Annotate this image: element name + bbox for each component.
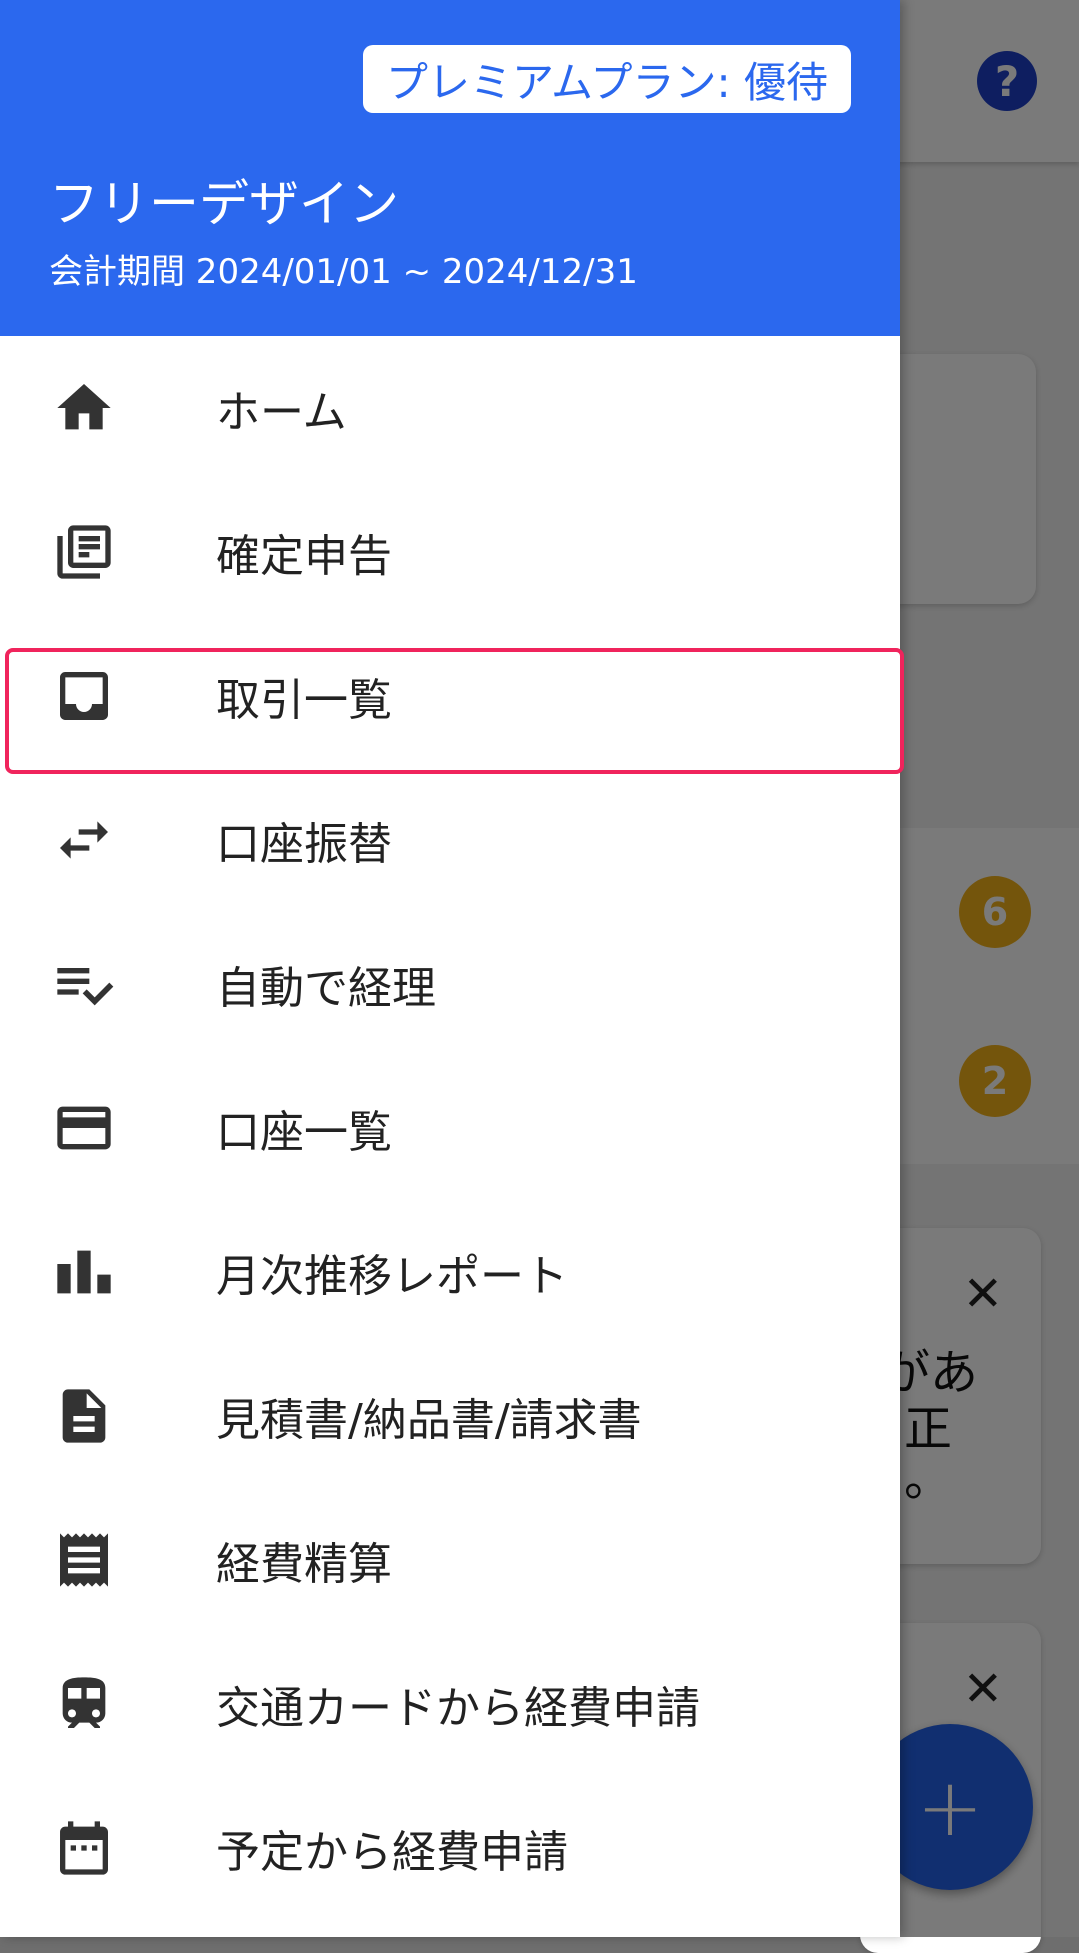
menu-item-label: 自動で経理 <box>216 963 436 1014</box>
menu-item-expense-settlement[interactable]: 経費精算 <box>0 1488 900 1632</box>
receipt-icon <box>52 1528 116 1592</box>
menu-item-home[interactable]: ホーム <box>0 336 900 480</box>
navigation-drawer: プレミアムプラン: 優待 フリーデザイン 会計期間 2024/01/01 ~ 2… <box>0 0 904 1937</box>
playlist-add-check-icon <box>52 952 116 1016</box>
company-name[interactable]: フリーデザイン <box>49 164 399 236</box>
menu-item-label: 取引一覧 <box>216 675 392 726</box>
calendar-icon <box>52 1816 116 1880</box>
fiscal-period: 会計期間 2024/01/01 ~ 2024/12/31 <box>49 252 638 292</box>
library-books-icon <box>52 520 116 584</box>
menu-item-label: 交通カードから経費申請 <box>216 1683 700 1734</box>
description-icon <box>52 1384 116 1448</box>
menu-item-label: 口座一覧 <box>216 1107 392 1158</box>
menu-item-label: 予定から経費申請 <box>216 1827 568 1878</box>
menu-item-monthly-report[interactable]: 月次推移レポート <box>0 1200 900 1344</box>
menu-item-transactions[interactable]: 取引一覧 <box>0 624 904 774</box>
menu-item-account-transfer[interactable]: 口座振替 <box>0 768 900 912</box>
drawer-header: プレミアムプラン: 優待 フリーデザイン 会計期間 2024/01/01 ~ 2… <box>0 0 900 336</box>
train-icon <box>52 1672 116 1736</box>
menu-item-label: 口座振替 <box>216 819 392 870</box>
menu-item-accounts[interactable]: 口座一覧 <box>0 1056 900 1200</box>
plan-badge[interactable]: プレミアムプラン: 優待 <box>363 45 851 113</box>
credit-card-icon <box>52 1096 116 1160</box>
menu-item-label: ホーム <box>216 387 347 438</box>
menu-item-transit-card-expense[interactable]: 交通カードから経費申請 <box>0 1632 900 1776</box>
menu-item-documents[interactable]: 見積書/納品書/請求書 <box>0 1344 900 1488</box>
menu-item-tax-return[interactable]: 確定申告 <box>0 480 900 624</box>
menu-item-label: 月次推移レポート <box>216 1251 568 1302</box>
bar-chart-icon <box>52 1240 116 1304</box>
home-icon <box>52 376 116 440</box>
menu-item-schedule-expense[interactable]: 予定から経費申請 <box>0 1776 900 1920</box>
menu-item-auto-accounting[interactable]: 自動で経理 <box>0 912 900 1056</box>
menu-item-label: 確定申告 <box>216 531 392 582</box>
menu-item-label: 見積書/納品書/請求書 <box>216 1395 642 1446</box>
swap-horiz-icon <box>52 808 116 872</box>
menu-item-label: 経費精算 <box>216 1539 392 1590</box>
drawer-menu: ホーム 確定申告 取引一覧 口座振替 自動で経理 口座一覧 月次推移レポート 見… <box>0 336 904 1920</box>
inbox-icon <box>52 664 116 728</box>
